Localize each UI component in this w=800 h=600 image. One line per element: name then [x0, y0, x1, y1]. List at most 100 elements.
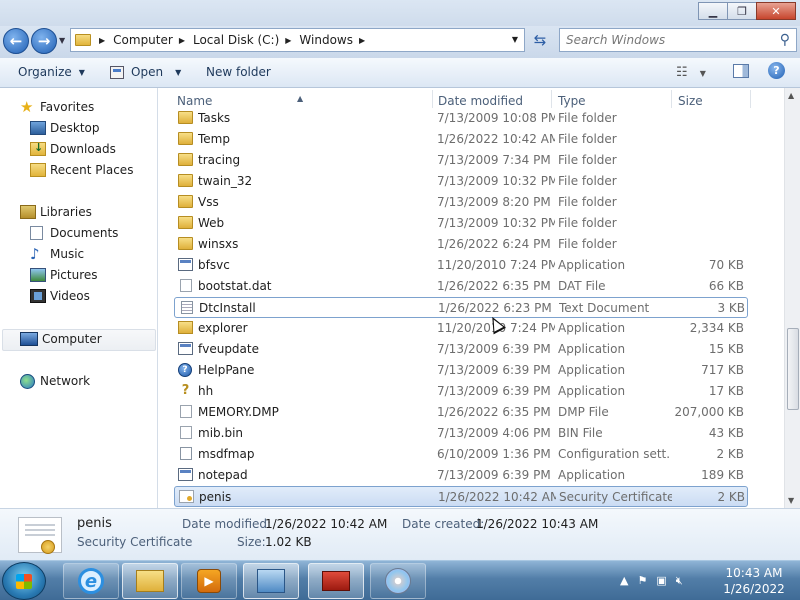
back-button[interactable]: ← [3, 28, 29, 54]
file-row[interactable]: Web 7/13/2009 10:32 PM File folder [174, 213, 748, 234]
file-row[interactable]: twain_32 7/13/2009 10:32 PM File folder [174, 171, 748, 192]
column-divider[interactable] [551, 90, 552, 108]
folder-icon [178, 195, 193, 208]
nav-network[interactable]: Network [20, 371, 90, 391]
new-folder-button[interactable]: New folder [206, 65, 271, 79]
chevron-right-icon[interactable]: ▶ [359, 36, 365, 45]
file-row[interactable]: bfsvc 11/20/2010 7:24 PM Application 70 KB [174, 255, 748, 276]
column-divider[interactable] [750, 90, 751, 108]
nav-libraries[interactable]: Libraries [20, 202, 92, 222]
address-dropdown-icon[interactable]: ▼ [512, 35, 518, 44]
help-button[interactable]: ? [768, 62, 785, 79]
file-row[interactable]: tracing 7/13/2009 7:34 PM File folder [174, 150, 748, 171]
file-row[interactable]: ? hh 7/13/2009 6:39 PM Application 17 KB [174, 381, 748, 402]
show-hidden-icons-icon[interactable]: ▲ [620, 574, 628, 588]
file-row[interactable]: winsxs 1/26/2022 6:24 PM File folder [174, 234, 748, 255]
file-row[interactable]: bootstat.dat 1/26/2022 6:35 PM DAT File 66 … [174, 276, 748, 297]
nav-music[interactable]: ♪ Music [30, 244, 84, 264]
open-button[interactable]: Open ▼ [110, 65, 181, 79]
help-icon: ? [773, 64, 780, 77]
nav-desktop[interactable]: Desktop [30, 118, 100, 138]
file-row[interactable]: ? HelpPane 7/13/2009 6:39 PM Application 717… [174, 360, 748, 381]
column-divider[interactable] [671, 90, 672, 108]
nav-pictures[interactable]: Pictures [30, 265, 98, 285]
desktop-icon [30, 121, 46, 135]
chevron-right-icon[interactable]: ▶ [179, 36, 185, 45]
column-date-modified[interactable]: Date modified [438, 94, 523, 108]
control-panel-icon [257, 569, 285, 593]
search-icon[interactable]: ⚲ [780, 32, 790, 48]
file-row[interactable]: MEMORY.DMP 1/26/2022 6:35 PM DMP File 207,0… [174, 402, 748, 423]
internet-explorer-icon: e [78, 568, 104, 594]
folder-icon [178, 153, 193, 166]
taskbar-windows-explorer[interactable] [122, 563, 178, 599]
refresh-button[interactable]: ⇆ [528, 28, 552, 52]
nav-recent-places[interactable]: Recent Places [30, 160, 133, 180]
documents-icon [30, 226, 43, 240]
close-button[interactable]: ✕ [756, 2, 796, 20]
breadcrumb-local-disk[interactable]: Local Disk (C:) [193, 33, 279, 47]
nav-favorites[interactable]: ★ Favorites [20, 97, 94, 117]
file-row[interactable]: penis 1/26/2022 10:42 AM Security Certific… [174, 486, 748, 507]
chevron-down-icon[interactable]: ▼ [175, 68, 181, 77]
nav-videos[interactable]: Videos [30, 286, 90, 306]
taskbar-control-panel[interactable] [243, 563, 299, 599]
taskbar-toolbox[interactable] [308, 563, 364, 599]
recent-pages-dropdown[interactable]: ▼ [59, 36, 65, 45]
help-book-icon: ? [181, 383, 190, 398]
file-name: Tasks [198, 111, 231, 125]
file-row[interactable]: Vss 7/13/2009 8:20 PM File folder [174, 192, 748, 213]
file-row[interactable]: explorer 11/20/2010 7:24 PM Application 2,3… [174, 318, 748, 339]
minimize-button[interactable]: ▁ [698, 2, 728, 20]
taskbar-internet-explorer[interactable]: e [63, 563, 119, 599]
file-row[interactable]: msdfmap 6/10/2009 1:36 PM Configuration se… [174, 444, 748, 465]
file-date-modified: 1/26/2022 6:24 PM [437, 237, 551, 251]
organize-button[interactable]: Organize ▼ [18, 65, 85, 79]
file-date-modified: 1/26/2022 10:42 AM [438, 490, 556, 504]
column-type[interactable]: Type [558, 94, 586, 108]
file-date-modified: 7/13/2009 10:32 PM [437, 216, 555, 230]
start-button[interactable] [2, 562, 46, 600]
network-tray-icon[interactable]: ▣ [656, 574, 666, 588]
preview-pane-button[interactable] [733, 64, 749, 78]
file-row[interactable]: fveupdate 7/13/2009 6:39 PM Application 15 … [174, 339, 748, 360]
scroll-up-icon[interactable]: ▲ [788, 91, 794, 100]
maximize-button[interactable]: ❐ [727, 2, 757, 20]
taskbar-media-player[interactable]: ▶ [181, 563, 237, 599]
vertical-scrollbar[interactable]: ▲ ▼ [784, 88, 800, 508]
file-name: DtcInstall [199, 301, 256, 315]
file-date-modified: 7/13/2009 10:32 PM [437, 174, 555, 188]
column-size[interactable]: Size [678, 94, 703, 108]
search-input[interactable]: Search Windows ⚲ [559, 28, 797, 52]
file-size: 43 KB [708, 426, 744, 440]
volume-muted-icon[interactable]: 🔇︎ [676, 574, 683, 588]
scroll-down-icon[interactable]: ▼ [788, 496, 794, 505]
taskbar-disc-app[interactable] [370, 563, 426, 599]
change-view-button[interactable]: ☷ ▼ [676, 65, 706, 80]
scrollbar-thumb[interactable] [787, 328, 799, 410]
file-date-modified: 1/26/2022 6:35 PM [437, 279, 551, 293]
file-row[interactable]: notepad 7/13/2009 6:39 PM Application 189 K… [174, 465, 748, 486]
address-bar[interactable]: ▶ Computer ▶ Local Disk (C:) ▶ Windows ▶… [70, 28, 525, 52]
nav-documents[interactable]: Documents [30, 223, 118, 243]
nav-downloads[interactable]: Downloads [30, 139, 116, 159]
action-center-flag-icon[interactable]: ⚑ [637, 574, 647, 588]
chevron-right-icon[interactable]: ▶ [99, 36, 105, 45]
chevron-right-icon[interactable]: ▶ [285, 36, 291, 45]
file-row[interactable]: Temp 1/26/2022 10:42 AM File folder [174, 129, 748, 150]
file-date-modified: 7/13/2009 4:06 PM [437, 426, 551, 440]
forward-button[interactable]: → [31, 28, 57, 54]
file-row[interactable]: Tasks 7/13/2009 10:08 PM File folder [174, 108, 748, 129]
file-row[interactable]: mib.bin 7/13/2009 4:06 PM BIN File 43 KB [174, 423, 748, 444]
nav-computer[interactable]: Computer [20, 329, 102, 349]
column-name[interactable]: Name [177, 94, 212, 108]
breadcrumb-windows[interactable]: Windows [299, 33, 353, 47]
breadcrumb-computer[interactable]: Computer [113, 33, 173, 47]
file-name: mib.bin [198, 426, 244, 440]
clock[interactable]: 10:43 AM 1/26/2022 [714, 565, 794, 597]
file-size: 70 KB [708, 258, 744, 272]
new-folder-label: New folder [206, 65, 271, 79]
file-row[interactable]: DtcInstall 1/26/2022 6:23 PM Text Document… [174, 297, 748, 318]
chevron-down-icon[interactable]: ▼ [700, 69, 706, 78]
column-divider[interactable] [432, 90, 433, 108]
